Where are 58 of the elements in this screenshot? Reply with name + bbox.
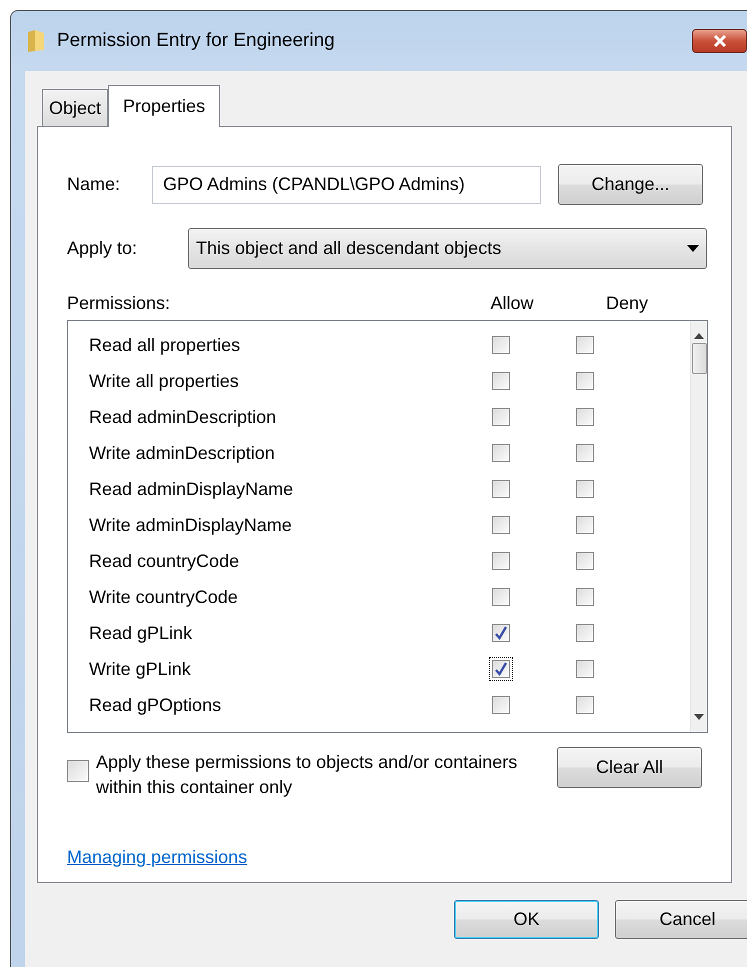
scroll-down-icon[interactable] (694, 714, 704, 720)
scrollbar-thumb[interactable] (692, 343, 706, 374)
checkbox[interactable] (492, 660, 510, 678)
checkbox[interactable] (492, 516, 510, 534)
dropdown-arrow-icon (687, 245, 699, 252)
checkbox[interactable] (576, 552, 594, 570)
permission-label: Read all properties (88, 334, 242, 357)
cancel-button[interactable]: Cancel (615, 900, 747, 939)
permission-label: Write adminDescription (88, 442, 276, 465)
checkbox[interactable] (492, 408, 510, 426)
permission-label: Write gPLink (88, 658, 192, 681)
column-header: Allow (489, 292, 534, 314)
permission-label: Write all properties (88, 370, 240, 393)
checkbox[interactable] (576, 624, 594, 642)
permission-label: Read gPOptions (88, 694, 222, 717)
scroll-up-icon[interactable] (694, 333, 704, 339)
change-button[interactable]: Change... (558, 164, 703, 205)
column-header: Deny (604, 292, 650, 315)
window-title: Permission Entry for Engineering (57, 28, 335, 53)
folder-icon (27, 29, 47, 53)
permission-label: Write adminDisplayName (88, 514, 293, 537)
checkbox[interactable] (576, 516, 594, 534)
checkbox[interactable] (576, 444, 594, 462)
tab[interactable]: Properties (108, 85, 220, 127)
permission-label: Read countryCode (88, 550, 240, 573)
permission-label: Read adminDisplayName (88, 478, 294, 501)
close-icon (712, 35, 728, 47)
checkbox[interactable] (67, 760, 89, 782)
checkbox[interactable] (492, 552, 510, 570)
tab[interactable]: Object (42, 89, 108, 126)
name-field[interactable]: GPO Admins (CPANDL\GPO Admins) (152, 166, 541, 204)
checkbox[interactable] (576, 660, 594, 678)
checkbox[interactable] (576, 336, 594, 354)
checkbox[interactable] (492, 696, 510, 714)
permission-label: Read adminDescription (88, 406, 278, 429)
apply-to-label: Apply to: (67, 237, 138, 260)
checkbox[interactable] (576, 372, 594, 390)
checkbox[interactable] (576, 480, 594, 498)
checkbox[interactable] (576, 408, 594, 426)
apply-to-dropdown[interactable]: This object and all descendant objects (188, 228, 707, 269)
checkbox-label: Apply these permissions to objects and/or containers within this container only (96, 751, 518, 799)
help-link[interactable]: Managing permissions (67, 847, 248, 867)
checkbox[interactable] (492, 480, 510, 498)
checkbox[interactable] (492, 624, 510, 642)
clear-all-button[interactable]: Clear All (557, 747, 702, 788)
ok-button[interactable]: OK (454, 900, 599, 939)
close-button[interactable] (692, 29, 747, 53)
checkbox[interactable] (576, 588, 594, 606)
permissions-label: Permissions: (67, 292, 172, 314)
name-label: Name: (67, 173, 122, 196)
checkbox[interactable] (492, 372, 510, 390)
checkbox[interactable] (492, 444, 510, 462)
checkbox[interactable] (576, 696, 594, 714)
permission-label: Write countryCode (88, 586, 239, 609)
checkbox[interactable] (492, 588, 510, 606)
scrollbar[interactable] (690, 321, 707, 732)
checkbox[interactable] (492, 336, 510, 354)
permission-label: Read gPLink (88, 622, 194, 645)
